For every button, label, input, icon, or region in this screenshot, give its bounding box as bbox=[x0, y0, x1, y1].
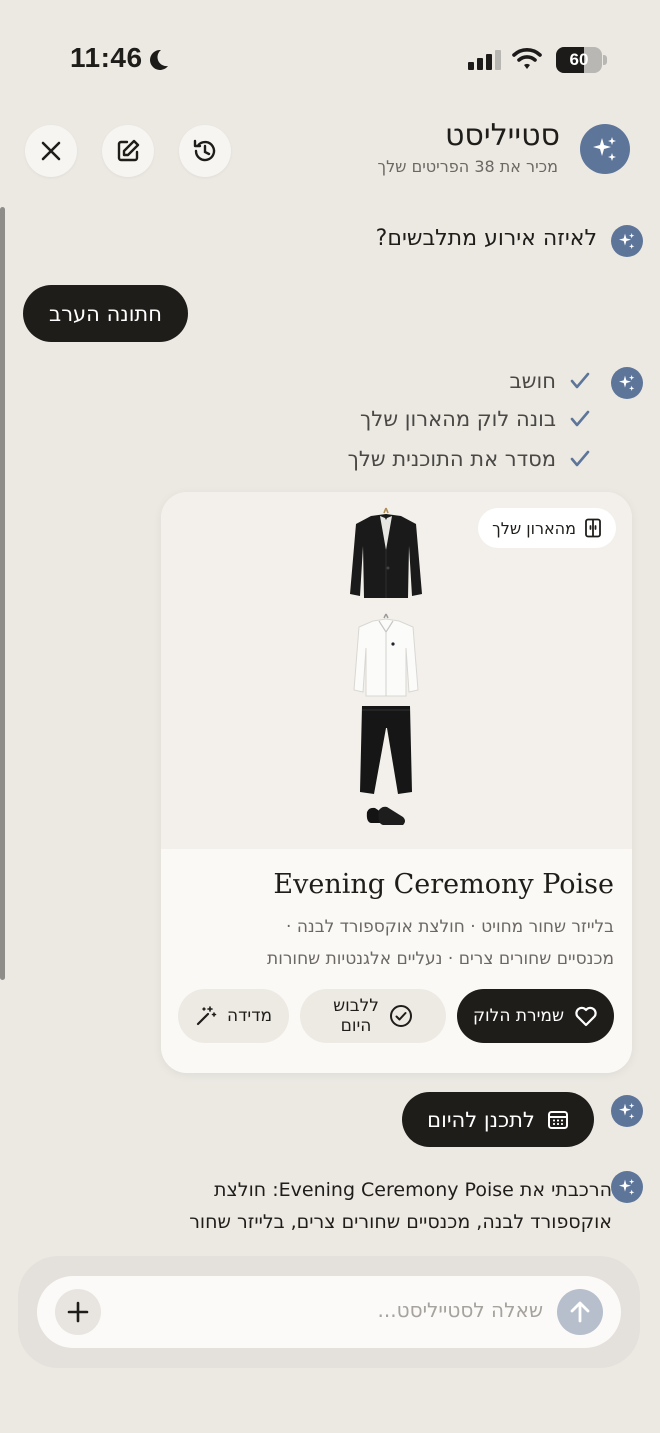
status-time: 11:46 bbox=[70, 42, 143, 73]
message-input[interactable]: שאלה לסטייליסט... bbox=[37, 1276, 621, 1348]
summary-line: הרכבתי את Evening Ceremony Poise: חולצת bbox=[214, 1179, 612, 1201]
check-circle-icon bbox=[389, 1005, 412, 1027]
outfit-image: מהארון שלך bbox=[161, 492, 632, 849]
cellular-signal-icon bbox=[468, 50, 501, 70]
check-icon bbox=[570, 372, 590, 389]
stylist-avatar-small bbox=[611, 1095, 643, 1127]
wardrobe-badge: מהארון שלך bbox=[478, 508, 616, 548]
wear-today-label-line: היום bbox=[340, 1016, 372, 1036]
wifi-icon bbox=[512, 46, 542, 74]
wardrobe-icon bbox=[585, 518, 601, 538]
progress-step: בונה לוק מהארון שלך bbox=[360, 407, 590, 431]
progress-step: חושב bbox=[510, 369, 590, 393]
look-description-line: מכנסיים שחורים צרים · נעליים אלגנטיות שח… bbox=[267, 949, 614, 969]
progress-step-label: מסדר את התוכנית שלך bbox=[347, 447, 556, 471]
scrollbar[interactable] bbox=[0, 207, 5, 980]
close-icon bbox=[41, 141, 61, 161]
check-icon bbox=[570, 410, 590, 427]
plan-today-button[interactable]: לתכנן להיום bbox=[402, 1092, 594, 1147]
stylist-question: לאיזה אירוע מתלבשים? bbox=[375, 226, 597, 251]
wear-today-label: ללבוש היום bbox=[333, 996, 379, 1036]
summary-line: אוקספורד לבנה, מכנסיים שחורים צרים, בליי… bbox=[189, 1211, 612, 1233]
stylist-avatar-small bbox=[611, 225, 643, 257]
look-description-line: בלייזר שחור מחויט · חולצת אוקספורד לבנה … bbox=[286, 917, 614, 937]
shoes-image bbox=[366, 806, 405, 825]
look-info: Evening Ceremony Poise בלייזר שחור מחויט… bbox=[161, 849, 632, 1073]
progress-step-label: חושב bbox=[509, 369, 556, 393]
sparkle-icon bbox=[619, 375, 635, 391]
magic-wand-icon bbox=[196, 1006, 217, 1026]
sparkle-icon bbox=[619, 1179, 635, 1195]
sparkle-icon bbox=[619, 1103, 635, 1119]
sparkle-icon bbox=[593, 137, 616, 161]
wear-today-button[interactable]: ללבוש היום bbox=[300, 989, 446, 1043]
progress-step: מסדר את התוכנית שלך bbox=[348, 447, 590, 471]
stylist-avatar bbox=[580, 124, 630, 174]
look-title: Evening Ceremony Poise bbox=[273, 869, 614, 900]
calendar-icon bbox=[547, 1110, 568, 1129]
user-message-bubble: חתונה הערב bbox=[23, 285, 188, 342]
heart-icon bbox=[575, 1006, 597, 1027]
page-title: סטייליסט bbox=[444, 118, 560, 153]
composer: שאלה לסטייליסט... bbox=[18, 1256, 640, 1368]
page-subtitle: מכיר את 38 הפריטים שלך bbox=[377, 157, 558, 176]
look-description: בלייזר שחור מחויט · חולצת אוקספורד לבנה … bbox=[174, 911, 614, 975]
save-look-button[interactable]: שמירת הלוק bbox=[457, 989, 614, 1043]
shirt-image bbox=[353, 613, 419, 697]
arrow-up-icon bbox=[570, 1301, 590, 1323]
save-look-label: שמירת הלוק bbox=[472, 1006, 565, 1026]
wear-today-label-line: ללבוש bbox=[333, 996, 379, 1016]
plus-icon bbox=[67, 1301, 89, 1323]
history-icon bbox=[193, 139, 216, 162]
close-button[interactable] bbox=[25, 125, 77, 177]
check-icon bbox=[570, 450, 590, 467]
moon-icon bbox=[146, 48, 170, 76]
look-card[interactable]: מהארון שלך Evening Ceremony Poise בלייזר… bbox=[161, 492, 632, 1073]
compose-icon bbox=[117, 139, 140, 162]
battery-level: 60 bbox=[569, 50, 589, 69]
new-chat-button[interactable] bbox=[102, 125, 154, 177]
stylist-avatar-small bbox=[611, 1171, 643, 1203]
add-attachment-button[interactable] bbox=[55, 1289, 101, 1335]
try-on-label: מדידה bbox=[227, 1006, 273, 1026]
wardrobe-badge-label: מהארון שלך bbox=[492, 518, 576, 538]
plan-today-label: לתכנן להיום bbox=[427, 1107, 535, 1132]
message-placeholder: שאלה לסטייליסט... bbox=[377, 1298, 543, 1322]
stylist-avatar-small bbox=[611, 367, 643, 399]
blazer-image bbox=[350, 507, 422, 598]
send-button[interactable] bbox=[557, 1289, 603, 1335]
sparkle-icon bbox=[619, 233, 635, 249]
history-button[interactable] bbox=[179, 125, 231, 177]
try-on-button[interactable]: מדידה bbox=[178, 989, 289, 1043]
trousers-image bbox=[360, 706, 412, 794]
battery-icon: 60 bbox=[556, 47, 602, 73]
progress-step-label: בונה לוק מהארון שלך bbox=[360, 407, 556, 431]
stylist-summary-message: הרכבתי את Evening Ceremony Poise: חולצת … bbox=[132, 1174, 612, 1238]
battery-cap bbox=[603, 55, 607, 65]
